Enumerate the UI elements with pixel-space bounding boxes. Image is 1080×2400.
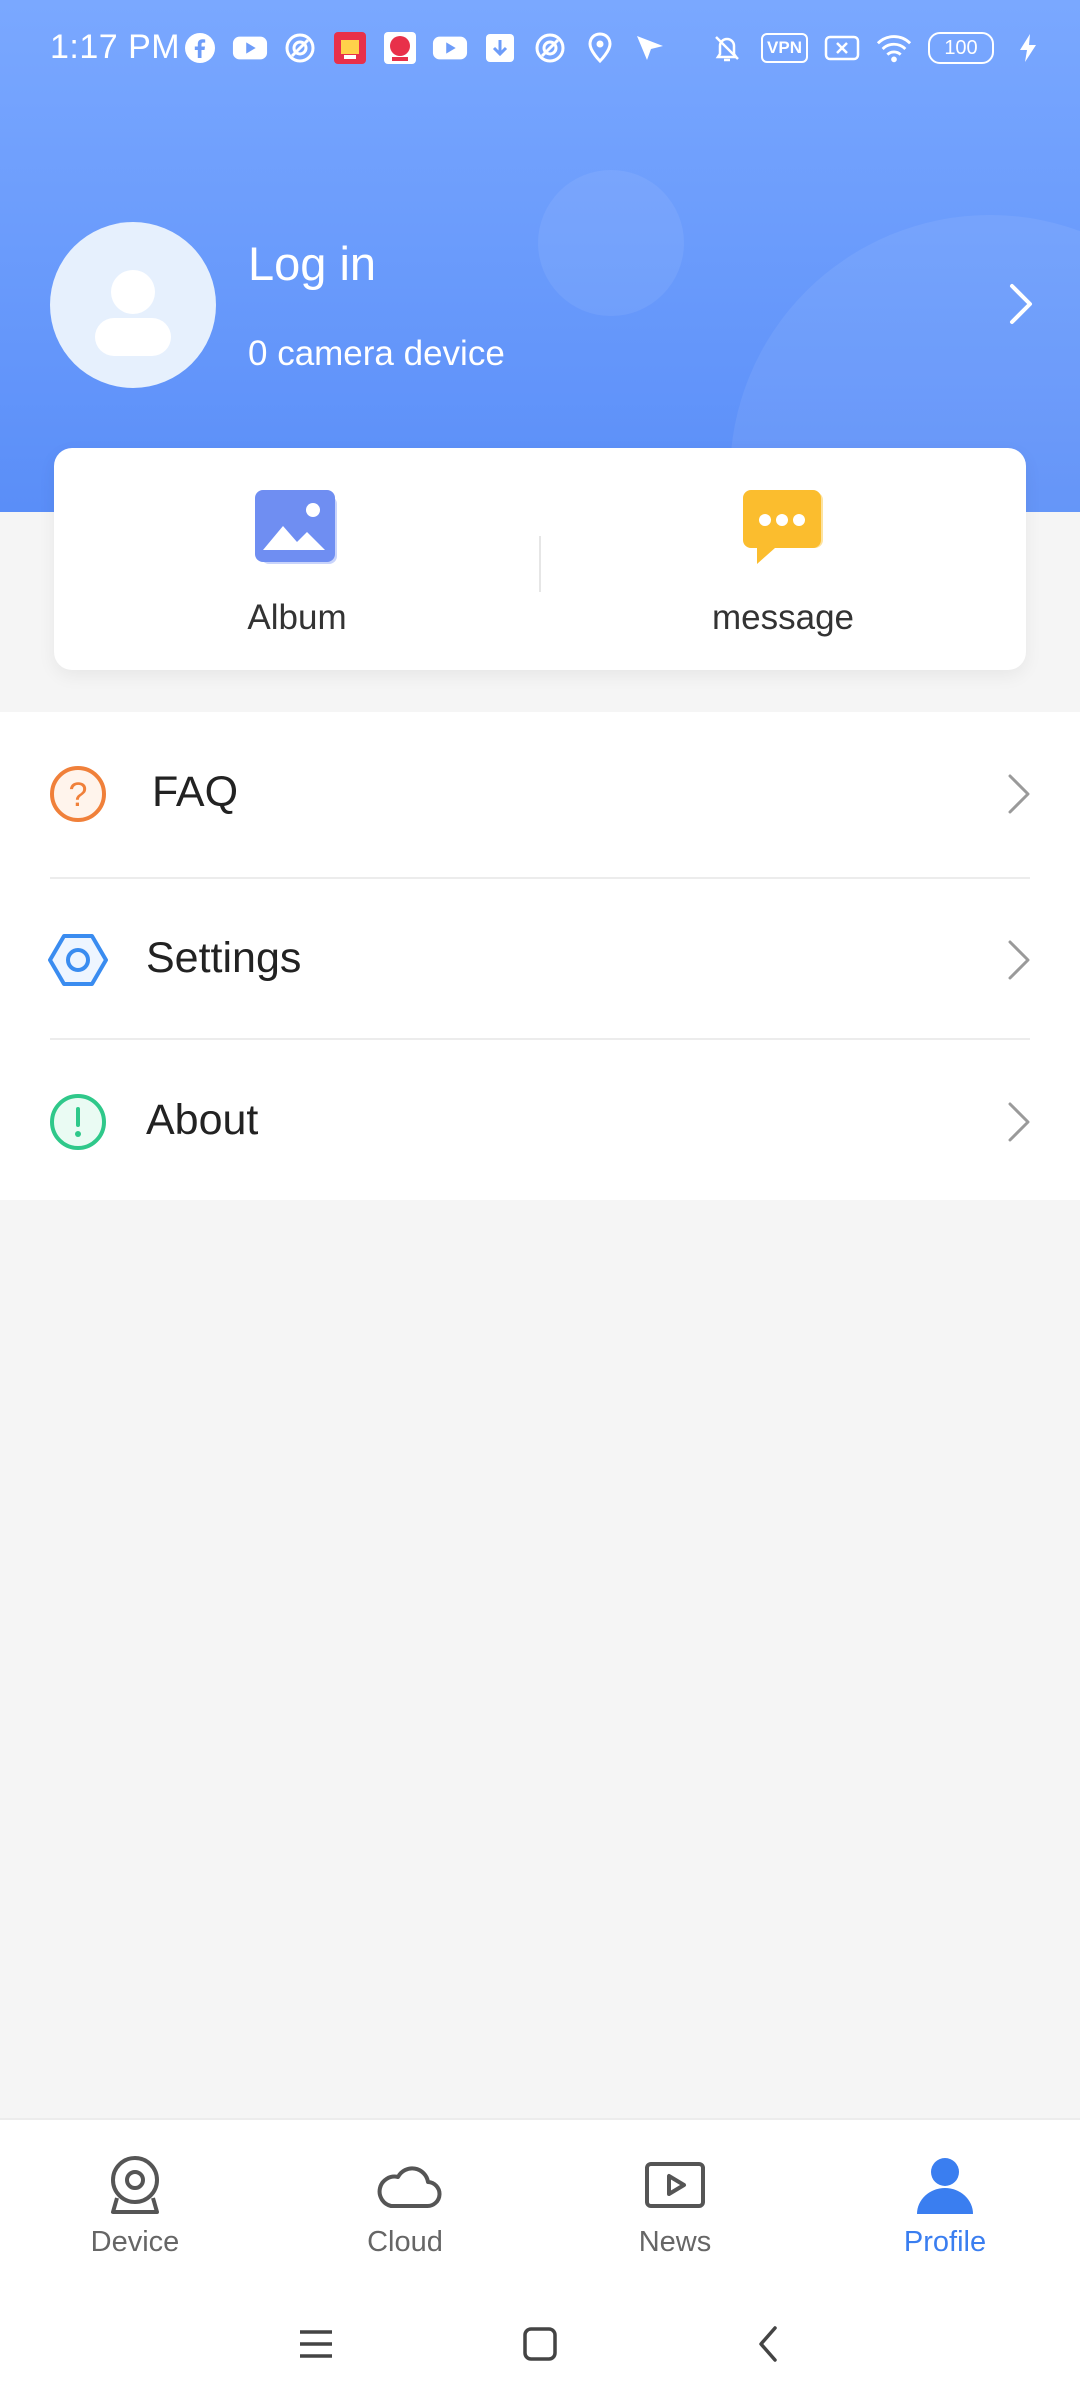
red-app-icon: [332, 30, 368, 66]
header-decoration-circle: [538, 170, 684, 316]
bell-muted-icon: [709, 30, 745, 66]
album-icon: [249, 488, 345, 572]
tab-device[interactable]: Device: [0, 2120, 270, 2292]
login-title[interactable]: Log in: [248, 236, 376, 291]
tab-profile[interactable]: Profile: [810, 2120, 1080, 2292]
no-sim-icon: [824, 30, 860, 66]
tab-cloud[interactable]: Cloud: [270, 2120, 540, 2292]
tab-label: Cloud: [367, 2226, 443, 2258]
menu-item-label: FAQ: [152, 768, 239, 816]
vpn-icon: VPN: [761, 33, 808, 63]
location-icon: [582, 30, 618, 66]
camera-device-count: 0 camera device: [248, 334, 505, 373]
charging-icon: [1010, 30, 1046, 66]
menu-item-settings[interactable]: Settings: [0, 878, 1080, 1038]
tab-label: Device: [90, 2226, 180, 2258]
menu-item-faq[interactable]: ? FAQ: [0, 712, 1080, 872]
menu-item-about[interactable]: About: [0, 1040, 1080, 1200]
settings-icon: [48, 930, 108, 990]
youtube-icon: [432, 30, 468, 66]
news-play-icon: [643, 2154, 707, 2218]
battery-icon: 100: [928, 32, 994, 64]
red-app-icon-2: [382, 30, 418, 66]
message-icon: [735, 488, 831, 572]
album-label: Album: [247, 598, 347, 637]
tab-news[interactable]: News: [540, 2120, 810, 2292]
vpn-app-icon: [532, 30, 568, 66]
profile-header: 1:17 PM VPN 100 Log in 0 camera device: [0, 0, 1080, 512]
system-navigation-bar: [0, 2290, 1080, 2400]
user-placeholder-icon: [95, 270, 171, 356]
status-time: 1:17 PM: [50, 28, 181, 66]
send-icon: [632, 30, 668, 66]
vpn-app-icon: [282, 30, 318, 66]
bottom-navigation: Device Cloud News Profile: [0, 2118, 1080, 2290]
quick-actions-card: Album message: [54, 448, 1026, 670]
about-icon: [48, 1092, 108, 1152]
profile-icon: [913, 2154, 977, 2218]
system-status-icons: VPN 100: [709, 28, 1046, 68]
tab-label: News: [638, 2226, 712, 2258]
faq-icon: ?: [48, 764, 108, 824]
svg-text:?: ?: [69, 776, 88, 814]
menu-icon[interactable]: [286, 2314, 346, 2374]
album-button[interactable]: Album: [54, 448, 540, 670]
tab-label: Profile: [903, 2226, 987, 2258]
status-bar: 1:17 PM VPN 100: [0, 0, 1080, 96]
message-label: message: [711, 598, 855, 637]
camera-device-icon: [103, 2154, 167, 2218]
wifi-icon: [876, 30, 912, 66]
back-icon[interactable]: [738, 2314, 798, 2374]
cloud-icon: [373, 2154, 442, 2218]
settings-menu-list: ? FAQ Settings About: [0, 712, 1080, 1200]
download-icon: [482, 30, 518, 66]
chevron-right-icon: [1004, 770, 1034, 818]
youtube-icon: [232, 30, 268, 66]
chevron-right-icon: [1004, 936, 1034, 984]
menu-item-label: About: [146, 1096, 259, 1144]
menu-item-label: Settings: [146, 934, 302, 982]
chevron-right-icon: [1004, 1098, 1034, 1146]
login-chevron-icon[interactable]: [996, 278, 1044, 330]
notification-icons: [182, 28, 668, 68]
avatar[interactable]: [50, 222, 216, 388]
facebook-icon: [182, 30, 218, 66]
message-button[interactable]: message: [540, 448, 1026, 670]
home-icon[interactable]: [510, 2314, 570, 2374]
